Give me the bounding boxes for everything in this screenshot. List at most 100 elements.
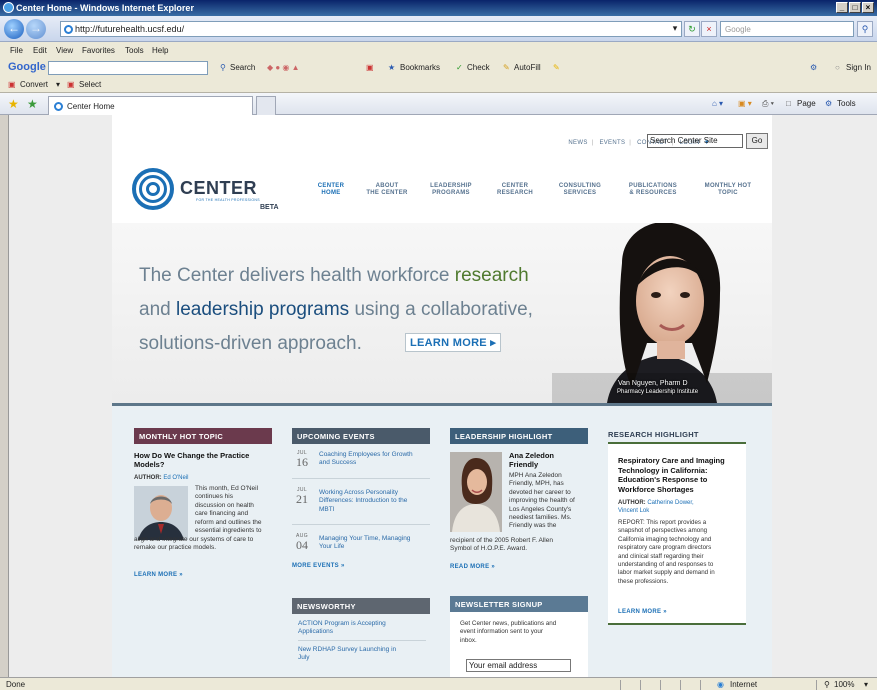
nav-news-link[interactable]: NEWS (568, 140, 587, 146)
bookmarks-button[interactable]: Bookmarks (400, 63, 440, 72)
popup-blocker-icon[interactable]: ▣ (366, 63, 374, 72)
body-line: respiratory care program directors (618, 544, 712, 552)
status-divider (680, 680, 681, 690)
search-icon[interactable]: ⚲ (857, 21, 873, 37)
event-title-line: Managing Your Time, Managing (319, 535, 411, 542)
menu-help[interactable]: Help (152, 46, 168, 55)
convert-dropdown-icon[interactable]: ▾ (56, 80, 60, 89)
autofill-button[interactable]: AutoFill (514, 63, 541, 72)
more-events-link[interactable]: MORE EVENTS » (292, 563, 345, 569)
google-search-button[interactable]: Search (230, 63, 255, 72)
google-tool-icons[interactable]: ◆ ● ◉ ▲ (267, 63, 300, 72)
address-dropdown-icon[interactable]: ▾ (667, 21, 683, 37)
google-toolbar-input[interactable] (48, 61, 208, 75)
zoom-level[interactable]: 100% (834, 680, 854, 689)
home-icon[interactable]: ⌂ ▾ (712, 99, 723, 108)
news-line: Applications (298, 628, 334, 636)
leadership-name[interactable]: Ana Zeledon Friendly (509, 451, 589, 469)
research-body: REPORT: This report provides a snapshot … (618, 519, 715, 586)
body-line: Friendly, MPH, has (509, 480, 564, 488)
nav-events-link[interactable]: EVENTS (599, 140, 625, 146)
close-button[interactable]: × (862, 2, 874, 13)
menu-tools[interactable]: Tools (125, 46, 144, 55)
mainnav-line2: THE CENTER (366, 190, 408, 196)
play-arrow-icon: ▸ (486, 337, 497, 349)
favorites-star-icon[interactable]: ★ (8, 97, 19, 111)
mainnav-hot-topic[interactable]: MONTHLY HOT TOPIC (697, 183, 759, 197)
hero-learn-more-button[interactable]: LEARN MORE ▸ (405, 333, 502, 352)
mainnav-center-home[interactable]: CENTER HOME (313, 183, 349, 197)
mainnav-line1: CONSULTING (558, 183, 602, 189)
body-line: Get Center news, publications and (460, 620, 557, 627)
body-line: event information sent to your (460, 628, 543, 636)
minimize-button[interactable]: _ (836, 2, 848, 13)
refresh-icon[interactable]: ↻ (684, 21, 700, 37)
new-tab-button[interactable] (256, 96, 276, 115)
name-line: Ana Zeledon (509, 451, 555, 460)
news-line: New RDHAP Survey Launching in (298, 646, 397, 653)
menu-edit[interactable]: Edit (33, 46, 47, 55)
site-search-input[interactable]: Search Center Site (647, 134, 743, 148)
print-icon[interactable]: ⎙ ▾ (762, 99, 774, 109)
body-line: care financing and (195, 510, 249, 518)
status-divider (640, 680, 641, 690)
mainnav-about[interactable]: ABOUT THE CENTER (362, 183, 412, 197)
page-menu-button[interactable]: Page (797, 99, 816, 108)
news-item-2-link[interactable]: New RDHAP Survey Launching in July (298, 646, 428, 663)
settings-wrench-icon[interactable]: ⚙ (810, 63, 817, 72)
mainnav-line2: RESEARCH (496, 190, 534, 196)
research-author-link[interactable]: Catherine Dower, (647, 500, 693, 506)
convert-button[interactable]: Convert (20, 80, 48, 89)
mainnav-publications[interactable]: PUBLICATIONS & RESOURCES (622, 183, 684, 197)
body-line: these professions. (618, 577, 669, 585)
news-item-1-link[interactable]: ACTION Program is Accepting Applications (298, 620, 428, 637)
maximize-button[interactable]: □ (849, 2, 861, 13)
menu-file[interactable]: File (10, 46, 23, 55)
research-title[interactable]: Respiratory Care and Imaging Technology … (618, 456, 743, 494)
hot-topic-author-link[interactable]: Ed O'Neil (163, 475, 188, 481)
status-divider (660, 680, 661, 690)
mainnav-leadership[interactable]: LEADERSHIP PROGRAMS (424, 183, 478, 197)
leadership-read-more-link[interactable]: READ MORE » (450, 564, 495, 570)
hot-topic-title[interactable]: How Do We Change the Practice Models? (134, 451, 272, 469)
event-title-line: Your Life (319, 543, 345, 551)
menu-favorites[interactable]: Favorites (82, 46, 115, 55)
event-2-date: JUL 21 (292, 487, 312, 505)
signin-button[interactable]: Sign In (846, 63, 871, 72)
hero-line-2: and leadership programs using a collabor… (139, 299, 533, 321)
stop-icon[interactable]: × (701, 21, 717, 37)
body-line: understanding of and responses to (618, 561, 714, 569)
research-highlight-box: Respiratory Care and Imaging Technology … (608, 442, 746, 625)
event-2-link[interactable]: Working Across Personality Differences: … (319, 489, 439, 514)
hot-topic-learn-more-link[interactable]: LEARN MORE » (134, 572, 183, 578)
event-separator (292, 524, 430, 525)
back-button[interactable]: ← (4, 19, 24, 39)
event-title-line: Working Across Personality (319, 489, 398, 496)
site-search-go-button[interactable]: Go (746, 133, 768, 149)
research-learn-more-link[interactable]: LEARN MORE » (618, 609, 667, 615)
event-3-link[interactable]: Managing Your Time, Managing Your Life (319, 535, 434, 552)
mainnav-consulting[interactable]: CONSULTING SERVICES (552, 183, 608, 197)
add-favorite-icon[interactable]: ★ (27, 97, 38, 111)
internet-zone-icon: ◉ (717, 680, 724, 689)
status-text: Done (6, 680, 26, 689)
zoom-dropdown-icon[interactable]: ▾ (864, 680, 868, 689)
mainnav-research[interactable]: CENTER RESEARCH (492, 183, 538, 197)
highlight-icon[interactable]: ✎ (553, 63, 560, 72)
event-1-date: JUL 16 (292, 450, 312, 468)
address-input[interactable]: http://futurehealth.ucsf.edu/ (60, 21, 682, 37)
vertical-scrollbar[interactable] (869, 115, 877, 677)
select-button[interactable]: Select (79, 80, 101, 89)
browser-viewport: NEWS | EVENTS | CONTACT | LOGIN ▼ Search Cen… (8, 115, 877, 677)
google-search-icon: ⚲ (220, 63, 226, 72)
google-search-input[interactable]: Google (720, 21, 854, 37)
newsletter-email-input[interactable]: Your email address (466, 659, 571, 672)
research-author-link[interactable]: Vincent Lok (618, 507, 694, 515)
forward-button[interactable]: → (26, 19, 46, 39)
menu-view[interactable]: View (56, 46, 73, 55)
tools-menu-button[interactable]: Tools (837, 99, 856, 108)
event-1-link[interactable]: Coaching Employees for Growth and Succes… (319, 451, 434, 468)
feeds-icon[interactable]: ▣ ▾ (738, 99, 752, 108)
tab-center-home[interactable]: Center Home (48, 96, 253, 115)
check-button[interactable]: Check (467, 63, 490, 72)
